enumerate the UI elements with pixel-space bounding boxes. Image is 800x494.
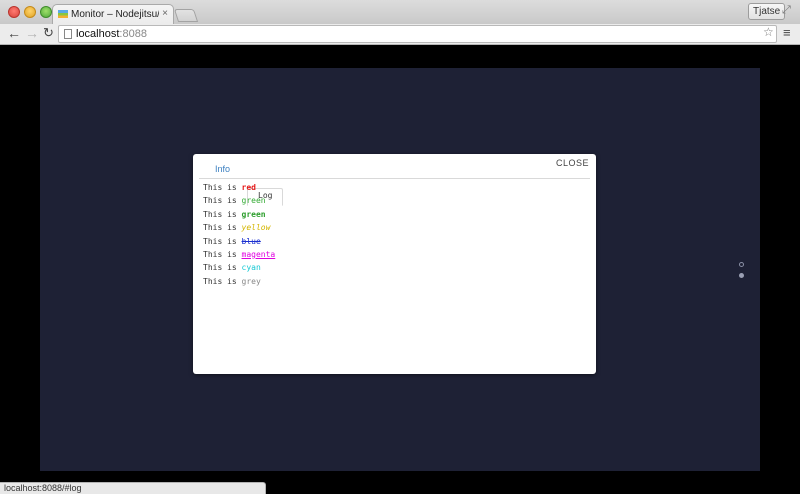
- log-line: This is grey: [203, 275, 275, 288]
- tab-title: Monitor – Nodejitsu/forev: [71, 9, 159, 20]
- log-prefix: This is: [203, 223, 242, 233]
- modal-tabs: Info Log: [199, 161, 590, 206]
- log-line: This is cyan: [203, 261, 275, 274]
- page-icon: [64, 29, 72, 39]
- log-word: green: [241, 209, 266, 219]
- url-port: :8088: [119, 28, 147, 40]
- log-prefix: This is: [203, 196, 242, 206]
- log-word: green: [241, 196, 266, 206]
- app-background: CLOSE Info Log This is red This is green…: [40, 68, 760, 471]
- browser-menu-icon[interactable]: ≡: [783, 26, 791, 40]
- new-tab-button[interactable]: [173, 9, 199, 22]
- log-word: yellow: [241, 223, 271, 233]
- log-word: cyan: [241, 263, 261, 273]
- log-prefix: This is: [203, 236, 242, 246]
- browser-tab[interactable]: Monitor – Nodejitsu/forev ×: [52, 4, 174, 24]
- bookmark-star-icon[interactable]: ☆: [763, 25, 774, 39]
- process-modal: CLOSE Info Log This is red This is green…: [193, 154, 596, 374]
- log-prefix: This is: [203, 250, 242, 260]
- browser-toolbar: ← → ↻ localhost:8088 ☆ ≡: [0, 24, 800, 45]
- log-prefix: This is: [203, 276, 242, 286]
- log-line: This is magenta: [203, 248, 275, 261]
- log-line: This is green: [203, 194, 275, 207]
- status-bar: localhost:8088/#log: [0, 482, 266, 494]
- zoom-window-button[interactable]: [40, 6, 52, 18]
- tab-close-icon[interactable]: ×: [162, 8, 168, 19]
- fullscreen-icon[interactable]: ⤢: [782, 4, 791, 17]
- page-viewport: CLOSE Info Log This is red This is green…: [0, 45, 800, 494]
- back-button[interactable]: ←: [7, 25, 21, 41]
- close-window-button[interactable]: [8, 6, 20, 18]
- minimize-window-button[interactable]: [24, 6, 36, 18]
- log-output: This is red This is green This is green …: [203, 181, 275, 288]
- profile-button[interactable]: Tjatse: [748, 3, 786, 20]
- log-word: magenta: [241, 250, 276, 260]
- address-bar[interactable]: localhost:8088: [58, 25, 777, 43]
- log-prefix: This is: [203, 183, 242, 192]
- log-prefix: This is: [203, 263, 242, 273]
- title-bar: Monitor – Nodejitsu/forev × Tjatse ⤢: [0, 0, 800, 24]
- log-prefix: This is: [203, 209, 242, 219]
- nodejitsu-favicon-icon: [58, 10, 68, 18]
- pager-dot-active[interactable]: [739, 273, 744, 278]
- log-line: This is yellow: [203, 221, 275, 234]
- tab-info[interactable]: Info: [205, 161, 240, 178]
- log-line: This is red: [203, 181, 275, 194]
- url-text[interactable]: localhost:8088: [76, 27, 147, 41]
- log-word: red: [241, 183, 256, 192]
- log-line: This is blue: [203, 235, 275, 248]
- log-word: blue: [241, 236, 261, 246]
- forward-button[interactable]: →: [25, 25, 39, 41]
- url-host: localhost: [76, 28, 120, 40]
- log-word: grey: [241, 276, 261, 286]
- log-line: This is green: [203, 208, 275, 221]
- pager-dot[interactable]: [739, 262, 744, 267]
- reload-button[interactable]: ↻: [43, 25, 54, 41]
